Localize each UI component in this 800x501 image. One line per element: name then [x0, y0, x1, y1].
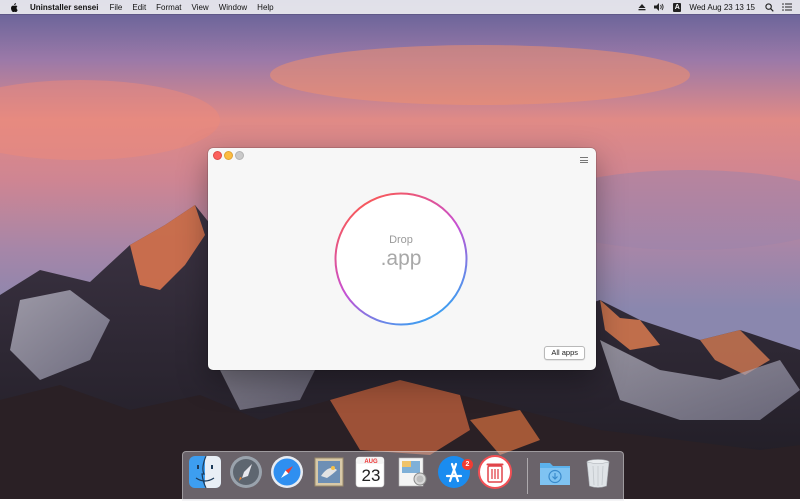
calendar-day: 23 — [361, 466, 381, 485]
all-apps-button[interactable]: All apps — [544, 346, 585, 360]
input-source-icon[interactable]: A — [673, 2, 682, 12]
notification-center-icon[interactable] — [782, 3, 792, 11]
menu-bar-clock[interactable]: Wed Aug 23 13 15 — [689, 3, 755, 12]
menu-bar: Uninstaller sensei File Edit Format View… — [0, 0, 800, 14]
window-close-button[interactable] — [213, 151, 222, 160]
uninstaller-icon[interactable] — [477, 454, 513, 490]
menu-bar-status-area: A Wed Aug 23 13 15 — [638, 0, 800, 14]
mail-icon[interactable] — [311, 454, 347, 490]
apple-menu-icon[interactable] — [10, 2, 20, 12]
drop-zone-label: Drop .app — [333, 191, 469, 327]
eject-icon[interactable] — [638, 3, 646, 11]
finder-icon[interactable] — [187, 454, 223, 490]
safari-icon[interactable] — [269, 454, 305, 490]
menu-format[interactable]: Format — [156, 3, 181, 12]
downloads-folder-icon[interactable] — [537, 454, 573, 490]
launchpad-icon[interactable] — [228, 454, 264, 490]
input-source-letter: A — [673, 2, 682, 12]
menu-file[interactable]: File — [109, 3, 122, 12]
window-zoom-button[interactable] — [235, 151, 244, 160]
uninstaller-sensei-window: Drop .app All apps — [208, 148, 596, 370]
calendar-month: AUG — [364, 459, 378, 465]
volume-icon[interactable] — [654, 3, 665, 11]
menu-edit[interactable]: Edit — [132, 3, 146, 12]
menu-help[interactable]: Help — [257, 3, 273, 12]
preview-icon[interactable] — [394, 454, 430, 490]
window-minimize-button[interactable] — [224, 151, 233, 160]
drop-extension-label: .app — [380, 247, 422, 270]
menu-window[interactable]: Window — [219, 3, 247, 12]
menu-hamburger-icon[interactable] — [580, 157, 588, 163]
trash-icon[interactable] — [580, 454, 616, 490]
spotlight-search-icon[interactable] — [765, 2, 774, 12]
drop-label: Drop — [389, 234, 413, 246]
dock-separator — [527, 458, 528, 494]
menu-view[interactable]: View — [192, 3, 209, 12]
menu-app-name[interactable]: Uninstaller sensei — [30, 3, 98, 12]
app-store-badge: 2 — [462, 459, 473, 470]
